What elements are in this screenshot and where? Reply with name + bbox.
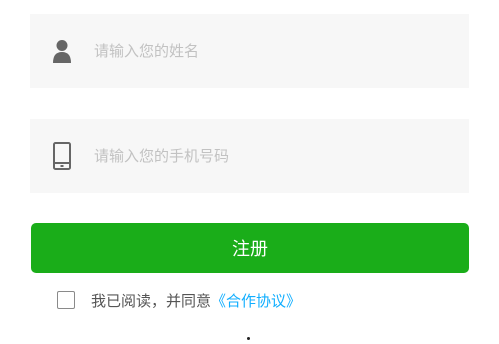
user-icon	[50, 36, 74, 66]
name-field-container	[30, 14, 469, 88]
register-button[interactable]: 注册	[31, 223, 469, 273]
agreement-link[interactable]: 《合作协议》	[211, 290, 301, 311]
agreement-text: 我已阅读，并同意	[91, 291, 212, 310]
name-input[interactable]	[94, 14, 454, 88]
agreement-row: 我已阅读，并同意 《合作协议》	[57, 288, 301, 312]
phone-input[interactable]	[94, 119, 454, 193]
phone-field-container	[30, 119, 469, 193]
agreement-checkbox[interactable]	[57, 291, 75, 309]
registration-page: 注册 我已阅读，并同意 《合作协议》	[0, 0, 499, 344]
mobile-phone-icon	[50, 141, 74, 171]
page-dot-indicator	[247, 337, 250, 340]
